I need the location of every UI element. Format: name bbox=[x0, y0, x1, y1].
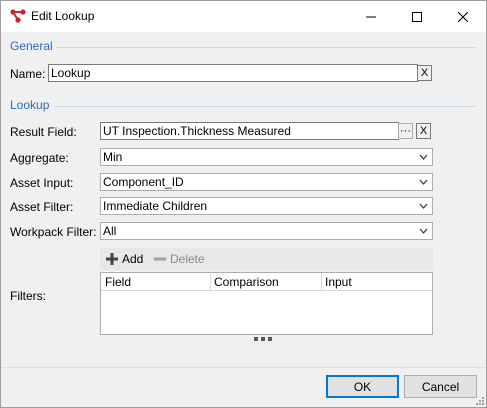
filters-grid[interactable]: Field Comparison Input bbox=[100, 272, 433, 335]
asset-filter-value: Immediate Children bbox=[103, 199, 208, 213]
window-title: Edit Lookup bbox=[31, 9, 95, 23]
asset-input-dropdown[interactable]: Component_ID bbox=[100, 173, 433, 191]
maximize-button[interactable] bbox=[394, 1, 440, 32]
add-filter-button[interactable]: Add bbox=[106, 252, 143, 266]
grip-dot bbox=[268, 337, 272, 341]
chevron-down-icon bbox=[419, 154, 428, 160]
column-divider bbox=[321, 273, 322, 291]
column-divider bbox=[210, 273, 211, 291]
aggregate-dropdown[interactable]: Min bbox=[100, 148, 433, 166]
column-header-comparison[interactable]: Comparison bbox=[214, 275, 279, 289]
workpack-filter-label: Workpack Filter: bbox=[10, 225, 97, 239]
general-section-divider bbox=[56, 47, 476, 48]
chevron-down-icon bbox=[419, 203, 428, 209]
title-bar[interactable]: Edit Lookup bbox=[1, 1, 486, 32]
workpack-filter-dropdown[interactable]: All bbox=[100, 222, 433, 240]
general-section-label: General bbox=[10, 39, 53, 53]
maximize-icon bbox=[412, 11, 422, 22]
grip-dot bbox=[261, 337, 265, 341]
workpack-filter-value: All bbox=[103, 224, 117, 238]
lookup-section-divider bbox=[54, 106, 476, 107]
filters-label: Filters: bbox=[10, 289, 46, 303]
lookup-section-label: Lookup bbox=[10, 98, 50, 112]
splitter-grip[interactable] bbox=[254, 337, 272, 341]
chevron-down-icon bbox=[419, 228, 428, 234]
filters-grid-header: Field Comparison Input bbox=[101, 273, 432, 291]
delete-filter-button[interactable]: Delete bbox=[154, 252, 205, 266]
plus-icon bbox=[106, 253, 118, 265]
cancel-button[interactable]: Cancel bbox=[404, 375, 477, 398]
add-filter-label: Add bbox=[122, 252, 144, 266]
column-header-field[interactable]: Field bbox=[105, 275, 131, 289]
asset-filter-dropdown[interactable]: Immediate Children bbox=[100, 197, 433, 215]
name-clear-button[interactable]: X bbox=[417, 65, 432, 81]
column-header-input[interactable]: Input bbox=[325, 275, 352, 289]
name-label: Name: bbox=[10, 67, 46, 81]
result-field-label: Result Field: bbox=[10, 125, 77, 139]
aggregate-label: Aggregate: bbox=[10, 151, 69, 165]
delete-filter-label: Delete bbox=[170, 252, 205, 266]
ok-button[interactable]: OK bbox=[326, 375, 399, 398]
chevron-down-icon bbox=[419, 179, 428, 185]
name-field[interactable]: Lookup bbox=[48, 64, 418, 82]
result-field-clear-button[interactable]: X bbox=[416, 123, 431, 139]
asset-input-value: Component_ID bbox=[103, 175, 184, 189]
minus-icon bbox=[154, 257, 166, 261]
filters-toolbar: Add Delete bbox=[100, 248, 433, 270]
aggregate-value: Min bbox=[103, 150, 123, 164]
app-logo-icon bbox=[10, 9, 26, 23]
edit-lookup-dialog: Edit Lookup General Name: Lookup X Looku… bbox=[0, 0, 487, 408]
minimize-button[interactable] bbox=[348, 1, 394, 32]
asset-input-label: Asset Input: bbox=[10, 176, 74, 190]
dialog-footer: OK Cancel bbox=[1, 367, 486, 407]
resize-grip-icon[interactable] bbox=[474, 395, 484, 405]
result-field-browse-button[interactable]: ··· bbox=[398, 123, 413, 139]
close-icon bbox=[458, 11, 468, 22]
asset-filter-label: Asset Filter: bbox=[10, 200, 74, 214]
minimize-icon bbox=[366, 16, 376, 17]
grip-dot bbox=[254, 337, 258, 341]
close-button[interactable] bbox=[440, 1, 486, 32]
result-field-input[interactable]: UT Inspection.Thickness Measured bbox=[100, 122, 399, 140]
